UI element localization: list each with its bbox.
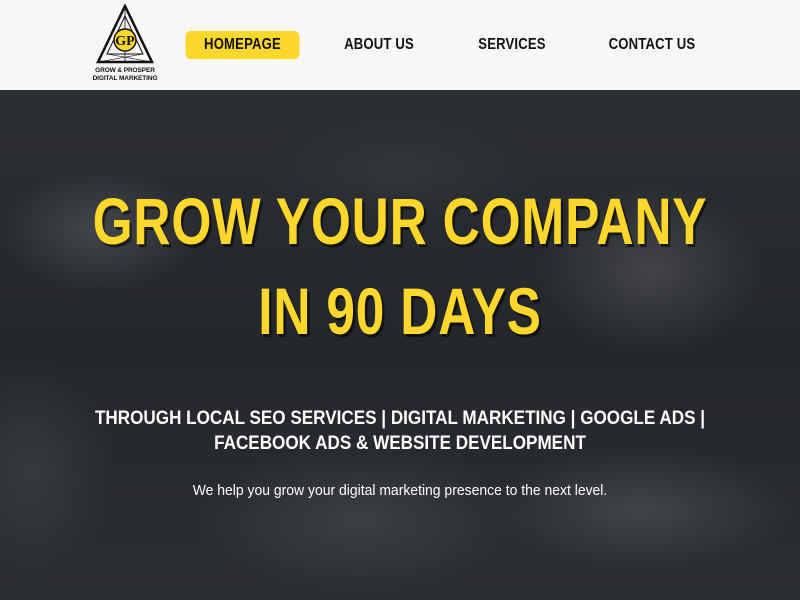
logo-text-line1: GROW & PROSPER (95, 67, 155, 74)
triangle-logo-icon: GP (96, 4, 154, 64)
nav-contact-us[interactable]: CONTACT US (601, 31, 703, 59)
svg-text:GP: GP (115, 34, 135, 49)
site-header: GP GROW & PROSPER DIGITAL MARKETING HOME… (0, 0, 800, 90)
hero-subtitle: THROUGH LOCAL SEO SERVICES | DIGITAL MAR… (94, 408, 706, 454)
hero-section: GROW YOUR COMPANY IN 90 DAYS THROUGH LOC… (0, 90, 800, 600)
hero-description: We help you grow your digital marketing … (192, 482, 608, 499)
hero-title-line2: IN 90 DAYS (258, 274, 542, 348)
nav-services[interactable]: SERVICES (463, 31, 561, 59)
logo-text-line2: DIGITAL MARKETING (92, 75, 158, 82)
logo[interactable]: GP GROW & PROSPER DIGITAL MARKETING (90, 4, 160, 86)
nav-about-us[interactable]: ABOUT US (331, 31, 428, 59)
hero-title-line1: GROW YOUR COMPANY (92, 184, 708, 258)
nav-homepage[interactable]: HOMEPAGE (185, 31, 300, 59)
